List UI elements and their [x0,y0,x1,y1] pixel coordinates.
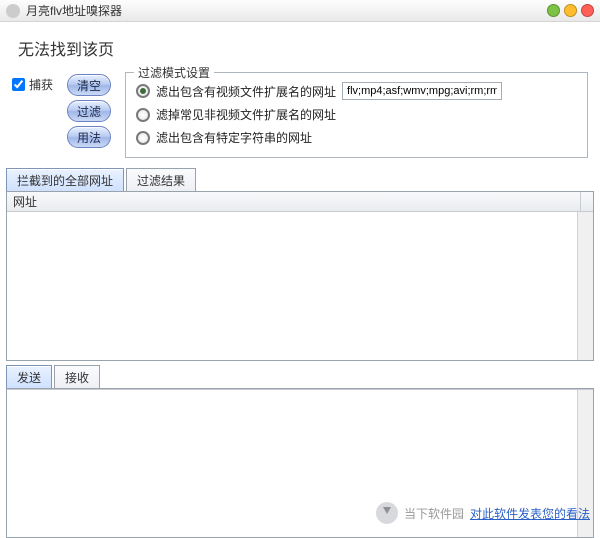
video-ext-input[interactable] [342,82,502,100]
brand-label: 当下软件园 [404,505,464,522]
column-url: 网址 [13,193,37,210]
action-buttons: 清空 过滤 用法 [67,72,111,148]
url-table-body[interactable] [7,212,593,360]
minimize-button[interactable] [547,4,560,17]
filter-option-video-ext[interactable]: 滤出包含有视频文件扩展名的网址 [136,79,577,103]
title-bar: 月亮flv地址嗅探器 [0,0,600,22]
capture-label: 捕获 [29,76,53,93]
tab-send[interactable]: 发送 [6,365,52,388]
url-tabs: 拦截到的全部网址 过滤结果 [0,168,600,191]
filter-option-keyword[interactable]: 滤出包含有特定字符串的网址 [136,126,577,149]
vertical-scrollbar[interactable] [577,212,593,360]
radio-icon[interactable] [136,84,150,98]
feedback-link[interactable]: 对此软件发表您的看法 [470,505,590,522]
io-tabs: 发送 接收 [0,365,600,388]
clear-button[interactable]: 清空 [67,74,111,96]
capture-checkbox[interactable] [12,78,25,91]
url-panel: 网址 [6,191,594,361]
window-controls [547,4,594,17]
download-icon [376,502,398,524]
column-separator [580,192,581,211]
capture-toggle[interactable]: 捕获 [12,72,53,93]
filter-option-nonvideo-ext[interactable]: 滤掉常见非视频文件扩展名的网址 [136,103,577,126]
filter-button[interactable]: 过滤 [67,100,111,122]
usage-button[interactable]: 用法 [67,126,111,148]
filter-mode-group: 过滤模式设置 滤出包含有视频文件扩展名的网址 滤掉常见非视频文件扩展名的网址 滤… [125,72,588,158]
filter-mode-legend: 过滤模式设置 [134,64,214,81]
option-label: 滤掉常见非视频文件扩展名的网址 [156,106,336,123]
maximize-button[interactable] [564,4,577,17]
controls-row: 捕获 清空 过滤 用法 过滤模式设置 滤出包含有视频文件扩展名的网址 滤掉常见非… [0,70,600,164]
option-label: 滤出包含有特定字符串的网址 [156,129,312,146]
url-table-header: 网址 [7,192,593,212]
tab-filter-result[interactable]: 过滤结果 [126,168,196,191]
tab-recv[interactable]: 接收 [54,365,100,388]
radio-icon[interactable] [136,108,150,122]
window-title: 月亮flv地址嗅探器 [26,2,122,19]
radio-icon[interactable] [136,131,150,145]
app-icon [6,4,20,18]
page-message: 无法找到该页 [0,22,600,70]
option-label: 滤出包含有视频文件扩展名的网址 [156,83,336,100]
close-button[interactable] [581,4,594,17]
tab-all-urls[interactable]: 拦截到的全部网址 [6,168,124,191]
footer: 当下软件园 对此软件发表您的看法 [376,502,590,524]
